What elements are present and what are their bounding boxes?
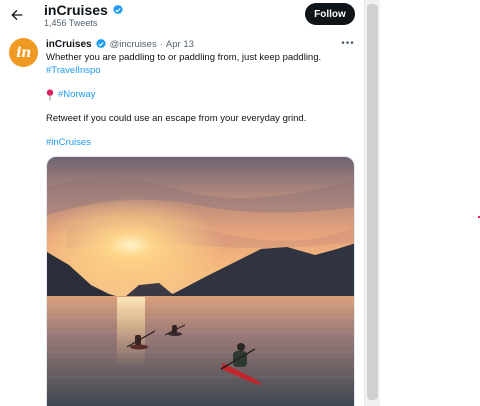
tweet-count: 1,456 Tweets <box>44 18 98 28</box>
hashtag-incruises-line: #inCruises <box>46 136 91 149</box>
hashtag-incruises[interactable]: #inCruises <box>46 137 91 148</box>
hashtag-travelinspo[interactable]: #TravelInspo <box>46 65 101 76</box>
tweet-meta: inCruises @incruises · Apr 13 <box>46 38 194 50</box>
profile-header: inCruises 1,456 Tweets Follow <box>0 0 364 32</box>
more-options-button[interactable]: ••• <box>340 36 356 50</box>
incruises-logo: in <box>16 44 31 61</box>
scrollbar-thumb[interactable] <box>367 4 378 400</box>
round-pushpin-icon <box>46 88 54 100</box>
profile-title: inCruises <box>44 2 124 18</box>
scrollbar[interactable] <box>364 0 380 406</box>
tweet-line-2: Retweet if you could use an escape from … <box>46 113 307 124</box>
meta-separator: · <box>159 38 163 50</box>
hashtag-norway[interactable]: #Norway <box>58 88 96 101</box>
tweet-line-1: Whether you are paddling to or paddling … <box>46 52 322 63</box>
more-horizontal-icon: ••• <box>341 37 355 49</box>
author-handle[interactable]: @incruises <box>110 39 157 50</box>
profile-name: inCruises <box>44 2 108 18</box>
location-line: #Norway <box>46 88 96 101</box>
tweet-media[interactable] <box>46 156 355 406</box>
verified-badge-icon <box>95 38 106 49</box>
author-name[interactable]: inCruises <box>46 39 92 50</box>
profile-timeline-column: inCruises 1,456 Tweets Follow in inCruis… <box>0 0 366 406</box>
verified-badge-icon <box>113 4 123 15</box>
back-button[interactable] <box>6 4 28 26</box>
kayak-sunset-photo <box>47 157 354 406</box>
follow-button[interactable]: Follow <box>305 3 355 25</box>
arrow-left-icon <box>11 9 23 21</box>
tweet-date[interactable]: Apr 13 <box>166 39 194 50</box>
hashtag-travelinspo-line: #TravelInspo <box>46 64 101 77</box>
avatar[interactable]: in <box>9 38 38 67</box>
